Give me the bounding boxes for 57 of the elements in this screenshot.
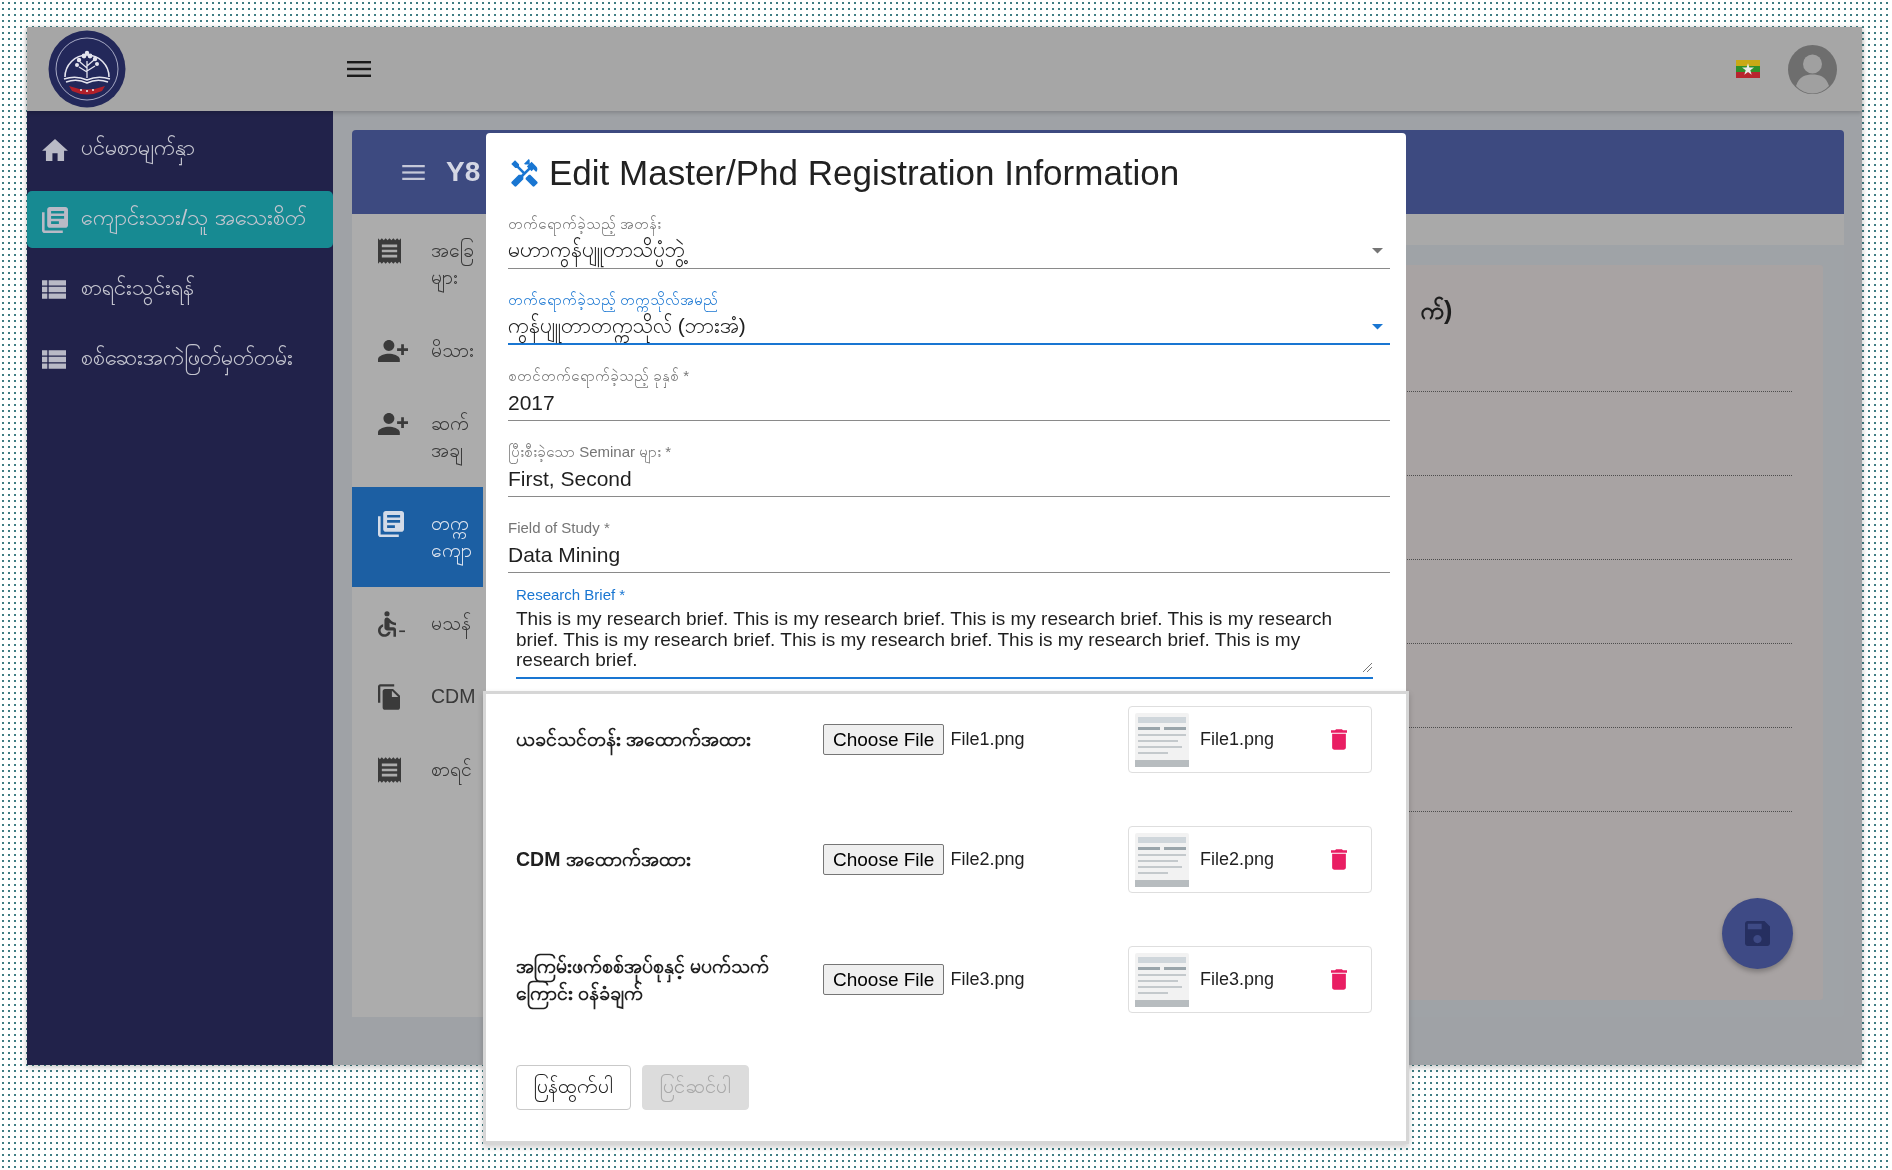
trash-icon[interactable]: [1331, 849, 1347, 870]
choose-file-button[interactable]: Choose File: [823, 964, 945, 995]
file-name: File1.png: [1200, 729, 1275, 750]
panel-heading: က်): [1420, 296, 1453, 324]
nav-item[interactable]: CDM: [352, 660, 483, 733]
wheelchair-icon: [378, 610, 405, 637]
text-field[interactable]: 2017: [508, 390, 1390, 421]
upload-label: CDM အထောက်အထား: [516, 846, 692, 872]
add-person-icon: [378, 339, 408, 362]
nav-item[interactable]: အခြေ များ: [352, 214, 483, 314]
tools-icon: [511, 159, 538, 187]
nav-item[interactable]: တက္က ကျော: [352, 487, 483, 587]
file-name: File3.png: [1200, 969, 1275, 990]
add-person-icon: [378, 412, 408, 435]
nav-item[interactable]: မသန်: [352, 587, 483, 660]
list-icon: [42, 280, 66, 299]
file-name: File2.png: [950, 849, 1025, 870]
card-title: Y8: [446, 156, 481, 188]
trash-icon[interactable]: [1331, 729, 1347, 750]
textarea-field[interactable]: This is my research brief. This is my research brief. This is my research brief. This is my research brief. This is my research brief. This is my research brief. This is my research brief. This is my research brief.: [516, 609, 1373, 679]
file-name: File2.png: [1200, 849, 1275, 870]
text-field[interactable]: Data Mining: [508, 542, 1390, 573]
sidebar-item[interactable]: ပင်မစာမျက်နှာ: [27, 121, 333, 178]
field-label: Field of Study *: [508, 519, 611, 537]
choose-file-button[interactable]: Choose File: [823, 844, 945, 875]
files-icon: [378, 683, 400, 710]
field-label: Research Brief *: [516, 586, 627, 604]
documents-icon: [42, 206, 68, 233]
dialog-title: Edit Master/Phd Registration Information: [549, 153, 1180, 193]
dropdown-arrow-icon: [1372, 248, 1383, 254]
list-icon: [42, 350, 66, 369]
trash-icon[interactable]: [1331, 969, 1347, 990]
nav-item[interactable]: စာရင်: [352, 733, 483, 806]
receipt-icon: [378, 756, 401, 783]
flag-icon[interactable]: [1736, 60, 1760, 78]
back-button[interactable]: ပြန်ထွက်ပါ: [516, 1065, 631, 1110]
file-name: File1.png: [950, 729, 1025, 750]
menu-icon[interactable]: [347, 61, 371, 77]
resize-grip-icon: [1362, 661, 1372, 672]
sidebar-item[interactable]: စာရင်းသွင်းရန်: [27, 261, 333, 318]
documents-icon: [378, 510, 404, 537]
menu-icon[interactable]: [402, 164, 425, 180]
dropdown-arrow-icon: [1372, 324, 1383, 330]
thumbnail-drawing: [1135, 832, 1189, 887]
file-name: File3.png: [950, 969, 1025, 990]
nav-item[interactable]: မိသား: [352, 314, 483, 387]
select-field[interactable]: မဟာကွန်ပျူတာသိပ္ပံဘွဲ့: [508, 238, 1390, 269]
text-field[interactable]: First, Second: [508, 466, 1390, 497]
home-icon: [42, 138, 68, 161]
select-field[interactable]: ကွန်ပျူတာတက္ကသိုလ် (ဘားအံ): [508, 314, 1390, 345]
thumbnail-drawing: [1135, 712, 1189, 767]
thumbnail-drawing: [1135, 952, 1189, 1007]
nav-item[interactable]: ဆက် အချ: [352, 387, 483, 487]
sidebar-item[interactable]: စစ်ဆေးအကဲဖြတ်မှတ်တမ်း: [27, 331, 333, 388]
save-button[interactable]: [1722, 898, 1793, 969]
choose-file-button[interactable]: Choose File: [823, 724, 945, 755]
receipt-icon: [378, 237, 401, 264]
